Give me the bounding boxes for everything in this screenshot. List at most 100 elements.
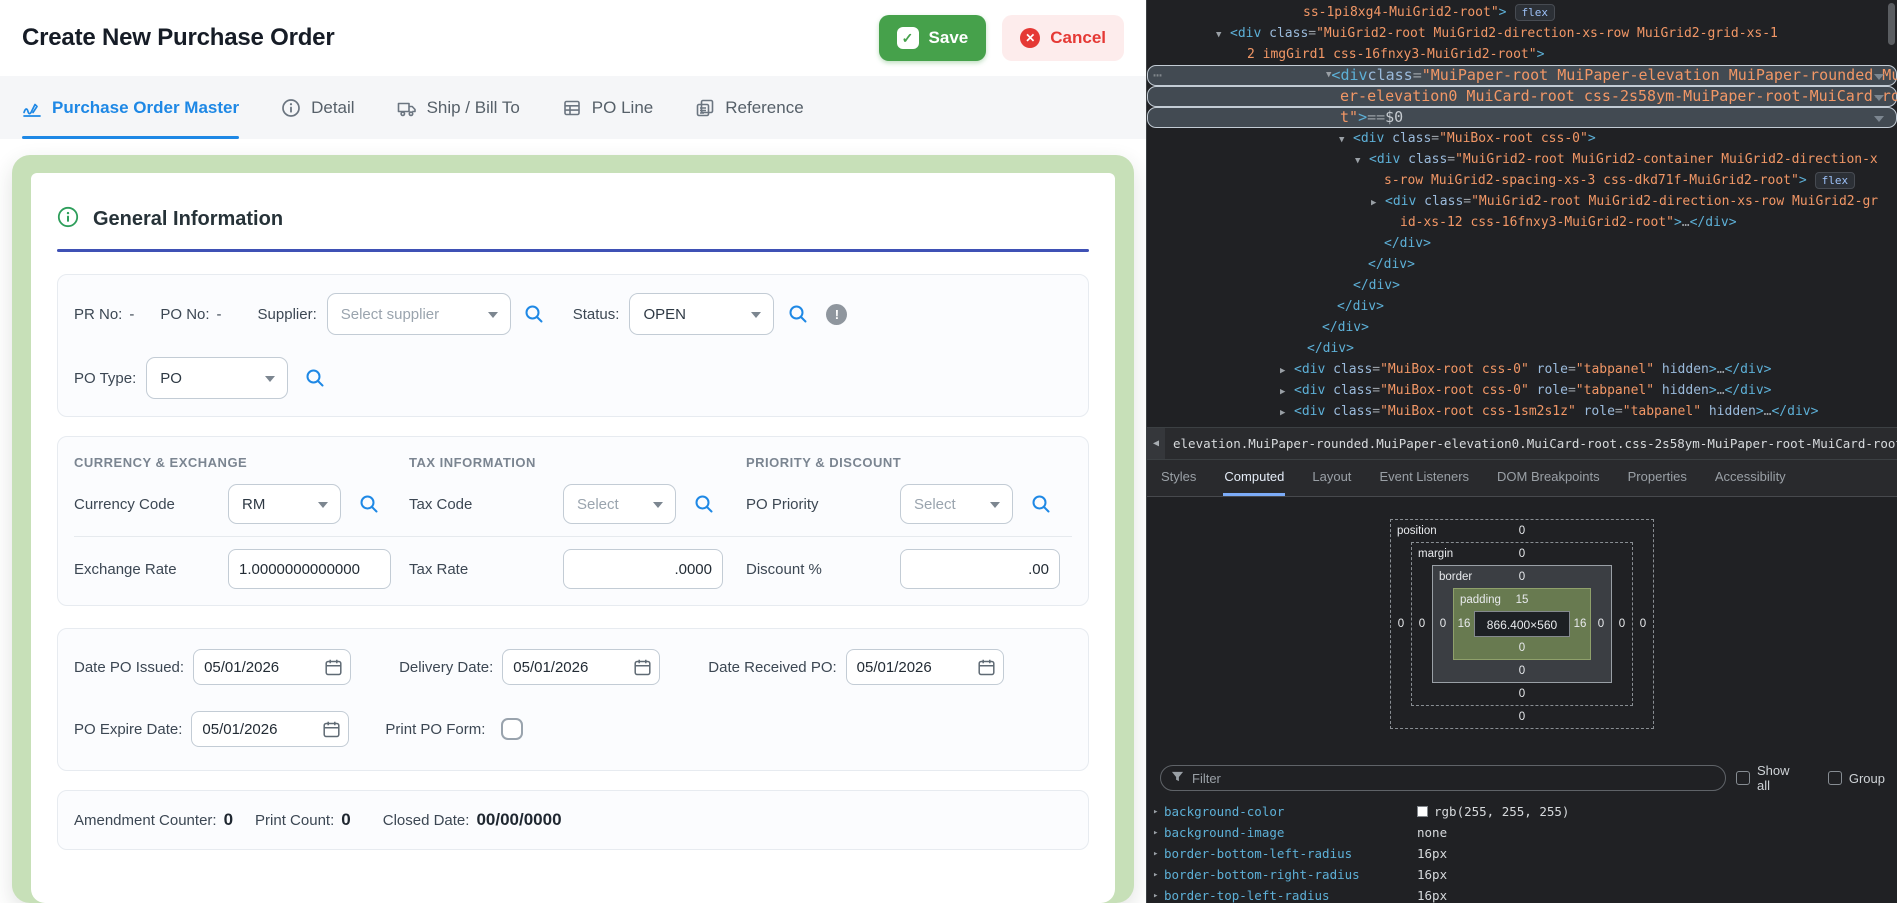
tree-row[interactable]: t"> == $0 [1147, 107, 1897, 128]
devtools-tab-styles[interactable]: Styles [1160, 460, 1197, 496]
computed-property-row[interactable]: ▸border-bottom-right-radius16px [1147, 864, 1897, 885]
column-divider [74, 536, 409, 537]
calendar-icon[interactable] [322, 720, 341, 739]
expand-arrow-icon[interactable]: ▸ [1153, 870, 1158, 880]
tree-row[interactable]: </div> [1147, 275, 1897, 296]
po-type-search-button[interactable] [304, 367, 326, 389]
code-token: "MuiBox-root css-0" [1380, 383, 1529, 398]
code-token: "tabpanel" [1576, 383, 1654, 398]
expand-arrow-icon[interactable]: ▼ [1216, 25, 1230, 46]
property-value: 16px [1417, 867, 1447, 882]
tree-row[interactable]: id-xs-12 css-16fnxy3-MuiGrid2-root">…</d… [1147, 212, 1897, 233]
expand-arrow-icon[interactable]: ▸ [1153, 828, 1158, 838]
tree-row[interactable]: </div> [1147, 254, 1897, 275]
currency-code-select[interactable]: RM [228, 484, 341, 524]
tree-row[interactable]: ▼<div class="MuiBox-root css-0"> [1147, 128, 1897, 149]
supplier-select[interactable]: Select supplier [327, 293, 511, 335]
po-type-select[interactable]: PO [146, 357, 288, 399]
expand-arrow-icon[interactable]: ▼ [1355, 151, 1369, 172]
code-token: "tabpanel" [1576, 362, 1654, 377]
devtools-tab-dom-breakpoints[interactable]: DOM Breakpoints [1496, 460, 1601, 496]
tree-row[interactable]: ss-1pi8xg4-MuiGrid2-root">flex [1147, 2, 1897, 23]
box-model: position00margin00border00padding1516866… [1390, 519, 1654, 729]
computed-property-row[interactable]: ▸border-bottom-left-radius16px [1147, 843, 1897, 864]
calendar-icon[interactable] [633, 658, 652, 677]
tree-row[interactable]: s-row MuiGrid2-spacing-xs-3 css-dkd71f-M… [1147, 170, 1897, 191]
exchange-rate-input[interactable] [228, 549, 391, 589]
expand-arrow-icon[interactable]: ▸ [1153, 891, 1158, 901]
code-token: <div [1369, 152, 1408, 167]
expand-arrow-icon[interactable]: ▶ [1371, 193, 1385, 214]
calendar-icon[interactable] [324, 658, 343, 677]
show-all-checkbox[interactable] [1736, 771, 1750, 785]
box-model-border[interactable]: border00padding1516866.400×56016000 [1432, 565, 1612, 683]
color-swatch[interactable] [1417, 806, 1428, 817]
tree-row[interactable]: ▶<div class="MuiBox-root css-0" role="ta… [1147, 380, 1897, 401]
tax-code-select[interactable]: Select [563, 484, 676, 524]
box-model-margin[interactable]: margin00border00padding1516866.400×56016… [1411, 542, 1633, 706]
code-token: class [1368, 65, 1413, 86]
box-model-padding-label: padding [1460, 589, 1501, 611]
computed-property-row[interactable]: ▸background-imagenone [1147, 822, 1897, 843]
supplier-search-button[interactable] [523, 303, 545, 325]
tax-rate-input[interactable] [563, 549, 723, 589]
tree-row[interactable]: ▶<div class="MuiBox-root css-1sm2s1z" ro… [1147, 401, 1897, 422]
tree-row[interactable]: </div> [1147, 233, 1897, 254]
breadcrumb-text[interactable]: elevation.MuiPaper-rounded.MuiPaper-elev… [1173, 436, 1897, 451]
status-select[interactable]: OPEN [629, 293, 774, 335]
group-checkbox[interactable] [1828, 771, 1842, 785]
po-priority-select[interactable]: Select [900, 484, 1013, 524]
scrollbar-thumb[interactable] [1888, 3, 1895, 45]
box-model-position[interactable]: position00margin00border00padding1516866… [1390, 519, 1654, 729]
tab-master[interactable]: Purchase Order Master [22, 76, 239, 139]
tree-row[interactable]: </div> [1147, 296, 1897, 317]
tree-row[interactable]: ▶<div class="MuiBox-root css-0" role="ta… [1147, 359, 1897, 380]
calendar-icon[interactable] [977, 658, 996, 677]
tree-row[interactable]: 2 imgGird1 css-16fnxy3-MuiGrid2-root"> [1147, 44, 1897, 65]
expand-arrow-icon[interactable]: ▼ [1339, 130, 1353, 151]
tree-row[interactable]: ▼<div class="MuiGrid2-root MuiGrid2-dire… [1147, 23, 1897, 44]
tax-search-button[interactable] [693, 493, 715, 515]
tree-row[interactable]: ▶<div class="MuiGrid2-root MuiGrid2-dire… [1147, 191, 1897, 212]
flex-badge[interactable]: flex [1515, 4, 1556, 21]
print-po-form-checkbox[interactable] [501, 718, 523, 740]
box-model-content[interactable]: 866.400×560 [1474, 611, 1570, 637]
tree-row[interactable]: er-elevation0 MuiCard-root css-2s58ym-Mu… [1147, 86, 1897, 107]
margin-top-value: 0 [1514, 543, 1530, 565]
expand-arrow-icon[interactable]: ▶ [1280, 403, 1294, 424]
code-token: <div [1353, 131, 1392, 146]
devtools-tab-computed[interactable]: Computed [1223, 460, 1285, 496]
expand-arrow-icon[interactable]: ▶ [1280, 361, 1294, 382]
tree-row[interactable]: ▼<div class="MuiGrid2-root MuiGrid2-cont… [1147, 149, 1897, 170]
warning-icon: ! [826, 304, 847, 325]
expand-arrow-icon[interactable]: ▶ [1280, 382, 1294, 403]
discount-input[interactable] [900, 549, 1060, 589]
priority-search-button[interactable] [1030, 493, 1052, 515]
cancel-button[interactable]: ✕ Cancel [1002, 15, 1124, 61]
tab-reference[interactable]: Reference [695, 76, 803, 139]
devtools-tab-event-listeners[interactable]: Event Listeners [1378, 460, 1470, 496]
tree-row[interactable]: </div> [1147, 317, 1897, 338]
tree-row[interactable]: </div> [1147, 338, 1897, 359]
currency-search-button[interactable] [358, 493, 380, 515]
expand-arrow-icon[interactable]: ▸ [1153, 849, 1158, 859]
breadcrumb-back-icon[interactable]: ◀ [1147, 428, 1165, 459]
tab-detail[interactable]: Detail [281, 76, 354, 139]
box-model-padding[interactable]: padding1516866.400×560160 [1453, 588, 1591, 660]
expand-arrow-icon[interactable]: ▸ [1153, 807, 1158, 817]
status-search-button[interactable] [787, 303, 809, 325]
devtools-tab-properties[interactable]: Properties [1627, 460, 1688, 496]
computed-property-row[interactable]: ▸border-top-left-radius16px [1147, 885, 1897, 903]
filter-input[interactable]: Filter [1160, 765, 1726, 791]
app-tabs: Purchase Order Master Detail Ship / Bill T… [0, 76, 1146, 139]
group-checkbox-group: Group [1828, 771, 1885, 786]
tab-shipbill[interactable]: Ship / Bill To [397, 76, 520, 139]
tab-poline[interactable]: PO Line [562, 76, 653, 139]
header-actions: ✓ Save ✕ Cancel [879, 15, 1124, 61]
flex-badge[interactable]: flex [1815, 172, 1856, 189]
tree-row[interactable]: ⋯▼<div class="MuiPaper-root MuiPaper-ele… [1147, 65, 1897, 86]
devtools-tab-accessibility[interactable]: Accessibility [1714, 460, 1787, 496]
devtools-tab-layout[interactable]: Layout [1311, 460, 1352, 496]
computed-property-row[interactable]: ▸background-colorrgb(255, 255, 255) [1147, 801, 1897, 822]
save-button[interactable]: ✓ Save [879, 15, 987, 61]
